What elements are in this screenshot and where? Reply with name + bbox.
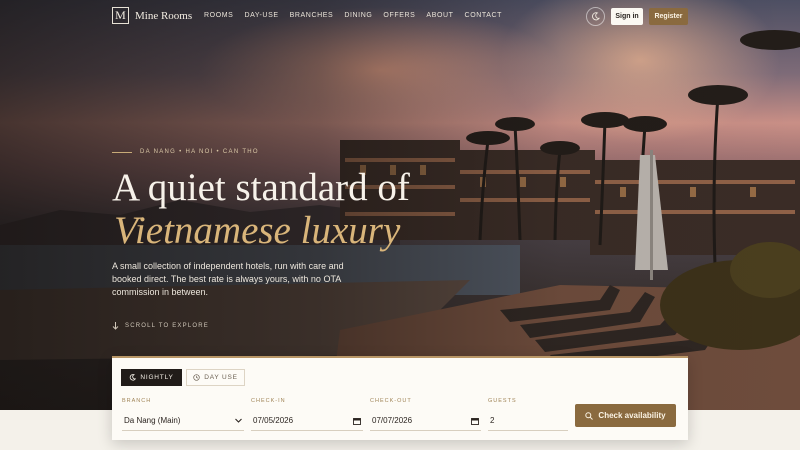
check-out-field: CHECK-OUT 07/07/2026: [370, 398, 481, 431]
nav-link-dining[interactable]: DINING: [344, 12, 372, 19]
guests-field: GUESTS 2: [488, 398, 568, 431]
clock-icon: [193, 374, 200, 381]
nav-link-branches[interactable]: BRANCHES: [290, 12, 334, 19]
scroll-label: SCROLL TO EXPLORE: [125, 323, 209, 329]
calendar-icon[interactable]: [353, 417, 361, 425]
hero-eyebrow: DA NANG • HA NOI • CAN THO: [112, 149, 259, 155]
check-in-input[interactable]: 07/05/2026: [251, 411, 363, 431]
tab-day-use-label: DAY USE: [204, 374, 238, 381]
top-navigation: M Mine Rooms ROOMS DAY-USE BRANCHES DINI…: [0, 0, 800, 34]
branch-select[interactable]: Da Nang (Main): [122, 411, 244, 431]
guests-input[interactable]: 2: [488, 411, 568, 431]
brand-mark: M: [112, 7, 129, 24]
calendar-icon[interactable]: [471, 417, 479, 425]
nav-link-day-use[interactable]: DAY-USE: [244, 12, 278, 19]
brand-logo[interactable]: M Mine Rooms: [112, 7, 192, 24]
nav-link-contact[interactable]: CONTACT: [465, 12, 503, 19]
branch-label: BRANCH: [122, 398, 152, 404]
guests-value: 2: [490, 416, 495, 425]
branch-field: BRANCH Da Nang (Main): [122, 398, 244, 431]
check-in-label: CHECK-IN: [251, 398, 286, 404]
hero-title-line1: A quiet standard of: [112, 166, 410, 209]
booking-widget: NIGHTLY DAY USE BRANCH Da Nang (Main) CH…: [112, 356, 688, 440]
tab-day-use[interactable]: DAY USE: [186, 369, 245, 386]
nav-link-rooms[interactable]: ROOMS: [204, 12, 233, 19]
check-out-value: 07/07/2026: [372, 416, 413, 425]
check-out-label: CHECK-OUT: [370, 398, 412, 404]
nav-links: ROOMS DAY-USE BRANCHES DINING OFFERS ABO…: [204, 12, 502, 19]
check-in-field: CHECK-IN 07/05/2026: [251, 398, 363, 431]
hero-description: A small collection of independent hotels…: [112, 261, 344, 297]
check-availability-label: Check availability: [598, 411, 666, 420]
eyebrow-rule: [112, 151, 132, 153]
nav-link-offers[interactable]: OFFERS: [383, 12, 415, 19]
search-icon: [585, 411, 594, 420]
check-out-input[interactable]: 07/07/2026: [370, 411, 481, 431]
branch-value: Da Nang (Main): [124, 416, 181, 425]
register-button[interactable]: Register: [649, 8, 688, 25]
tab-nightly-label: NIGHTLY: [140, 374, 174, 381]
chevron-down-icon: [235, 418, 242, 423]
eyebrow-text: DA NANG • HA NOI • CAN THO: [140, 149, 259, 155]
theme-toggle-button[interactable]: [586, 7, 605, 26]
nav-link-about[interactable]: ABOUT: [426, 12, 453, 19]
hero-title-line2: Vietnamese luxury: [114, 209, 401, 252]
tab-nightly[interactable]: NIGHTLY: [121, 369, 182, 386]
brand-name: Mine Rooms: [135, 9, 193, 22]
check-availability-button[interactable]: Check availability: [575, 404, 676, 427]
check-in-value: 07/05/2026: [253, 416, 294, 425]
sign-in-button[interactable]: Sign in: [611, 8, 643, 25]
scroll-to-explore[interactable]: SCROLL TO EXPLORE: [112, 322, 209, 330]
moon-icon: [592, 12, 600, 21]
guests-label: GUESTS: [488, 398, 517, 404]
arrow-down-icon: [112, 322, 119, 330]
moon-icon: [130, 374, 137, 381]
